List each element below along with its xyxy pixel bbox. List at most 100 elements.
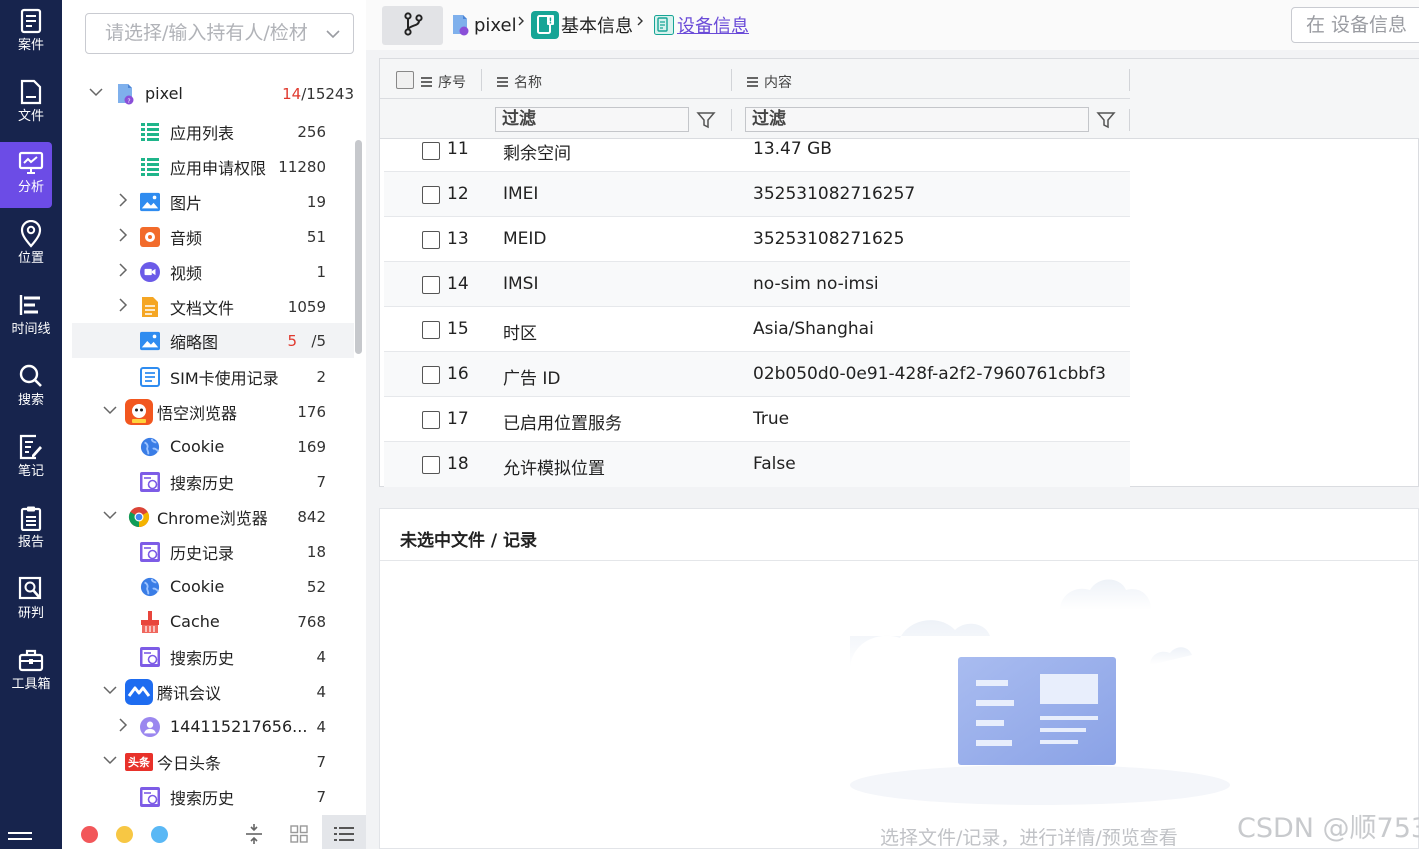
- nav-item-file[interactable]: 文件: [0, 71, 62, 139]
- yellow-dot-button[interactable]: [116, 826, 133, 843]
- column-menu-icon[interactable]: [421, 75, 432, 89]
- tree-node-search-history[interactable]: 搜索历史 7: [72, 779, 352, 814]
- table-row[interactable]: 17 已启用位置服务 True: [384, 397, 1130, 442]
- chevron-right-icon[interactable]: [115, 297, 131, 316]
- nav-item-timeline[interactable]: 时间线: [0, 284, 62, 352]
- table-row[interactable]: 12 IMEI 352531082716257: [384, 172, 1130, 217]
- table-row[interactable]: 18 允许模拟位置 False: [384, 442, 1130, 487]
- row-checkbox[interactable]: [422, 366, 440, 384]
- tree-node-toutiao[interactable]: 头条 今日头条 7: [72, 744, 352, 779]
- column-header-label: 名称: [514, 75, 542, 91]
- breadcrumb-basic-info[interactable]: ! 基本信息: [531, 11, 633, 39]
- tree-node-account[interactable]: 144115217656... 4: [72, 709, 352, 744]
- nav-item-notes[interactable]: 笔记: [0, 426, 62, 494]
- row-checkbox[interactable]: [422, 142, 440, 160]
- row-checkbox[interactable]: [422, 276, 440, 294]
- breadcrumb-device-info[interactable]: 设备信息: [654, 11, 749, 39]
- chevron-right-icon[interactable]: [115, 262, 131, 281]
- row-checkbox[interactable]: [422, 456, 440, 474]
- column-header-no[interactable]: 序号: [421, 71, 466, 93]
- chevron-right-icon[interactable]: [115, 192, 131, 211]
- row-checkbox[interactable]: [422, 321, 440, 339]
- chevron-right-icon[interactable]: [115, 717, 131, 736]
- toutiao-app-icon: 头条: [125, 752, 153, 771]
- tree-node-count: 7: [316, 787, 326, 806]
- tree-node-pixel[interactable]: ? pixel 14/15243: [72, 76, 354, 111]
- column-header-name[interactable]: 名称: [497, 71, 542, 93]
- column-resizer[interactable]: [481, 69, 482, 91]
- column-resizer[interactable]: [1129, 69, 1130, 91]
- tree-node-count: 7: [316, 472, 326, 491]
- device-file-icon: [450, 14, 470, 36]
- tree-node-thumbnails[interactable]: 缩略图 5 /5: [72, 323, 354, 358]
- holder-search-select[interactable]: 请选择/输入持有人/检材: [85, 13, 354, 54]
- table-row[interactable]: 11 剩余空间 13.47 GB: [384, 128, 1130, 172]
- tree-node-label: Cache: [170, 612, 220, 631]
- branch-button[interactable]: [382, 6, 443, 45]
- table-row[interactable]: 14 IMSI no-sim no-imsi: [384, 262, 1130, 307]
- nav-item-search[interactable]: 搜索: [0, 355, 62, 423]
- list-view-icon[interactable]: [332, 822, 356, 846]
- table-row[interactable]: 16 广告 ID 02b050d0-0e91-428f-a2f2-7960761…: [384, 352, 1130, 397]
- column-menu-icon[interactable]: [747, 75, 758, 89]
- tree-node-label: 144115217656...: [170, 717, 308, 736]
- column-menu-icon[interactable]: [497, 75, 508, 89]
- row-checkbox[interactable]: [422, 411, 440, 429]
- tree-node-search-history[interactable]: 搜索历史 7: [72, 464, 352, 499]
- document-icon: [140, 296, 160, 317]
- nav-item-case[interactable]: 案件: [0, 0, 62, 68]
- chevron-down-icon[interactable]: [102, 754, 118, 769]
- tree-node-documents[interactable]: 文档文件 1059: [72, 289, 352, 324]
- location-pin-icon: [17, 219, 45, 249]
- tree-node-images[interactable]: 图片 19: [72, 184, 352, 219]
- red-dot-button[interactable]: [81, 826, 98, 843]
- tree-node-wukong-browser[interactable]: 悟空浏览器 176: [72, 394, 352, 429]
- column-resizer[interactable]: [731, 69, 732, 91]
- row-value: 352531082716257: [753, 184, 916, 204]
- filter-funnel-icon[interactable]: [696, 110, 716, 130]
- tree-node-audio[interactable]: 音频 51: [72, 219, 352, 254]
- blue-dot-button[interactable]: [151, 826, 168, 843]
- row-name: 允许模拟位置: [503, 459, 605, 479]
- tree-node-sim-usage[interactable]: SIM卡使用记录 2: [72, 359, 352, 394]
- row-no: 12: [447, 184, 469, 204]
- collapse-all-icon[interactable]: [242, 822, 266, 846]
- breadcrumb-pixel[interactable]: pixel: [450, 11, 517, 39]
- nav-item-judge[interactable]: 研判: [0, 568, 62, 636]
- row-checkbox[interactable]: [422, 186, 440, 204]
- breadcrumb-label: pixel: [474, 14, 517, 36]
- row-name: MEID: [503, 229, 547, 249]
- list-icon: [140, 122, 160, 142]
- select-all-checkbox[interactable]: [396, 71, 414, 89]
- chevron-right-icon[interactable]: [115, 227, 131, 246]
- nav-item-location[interactable]: 位置: [0, 213, 62, 281]
- column-header-content[interactable]: 内容: [747, 71, 792, 93]
- tree-node-tencent-meeting[interactable]: 腾讯会议 4: [72, 674, 352, 709]
- tree-node-cookie[interactable]: Cookie 52: [72, 569, 352, 604]
- chevron-down-icon[interactable]: [102, 509, 118, 524]
- nav-label: 时间线: [11, 322, 51, 337]
- filter-funnel-icon[interactable]: [1096, 110, 1116, 130]
- tree-node-count: 768: [297, 612, 326, 631]
- nav-item-analysis[interactable]: 分析: [0, 142, 62, 210]
- table-row[interactable]: 13 MEID 35253108271625: [384, 217, 1130, 262]
- tree-node-cache[interactable]: Cache 768: [72, 604, 352, 639]
- chevron-down-icon[interactable]: [102, 684, 118, 699]
- grid-view-icon[interactable]: [287, 822, 311, 846]
- chevron-down-icon[interactable]: [88, 86, 104, 101]
- tree-node-app-permissions[interactable]: 应用申请权限 11280: [72, 149, 352, 184]
- chevron-down-icon[interactable]: [102, 404, 118, 419]
- tree-node-search-history[interactable]: 搜索历史 4: [72, 639, 352, 674]
- nav-item-report[interactable]: 报告: [0, 497, 62, 565]
- search-in-current-input[interactable]: 在 设备信息: [1291, 7, 1419, 43]
- table-row[interactable]: 15 时区 Asia/Shanghai: [384, 307, 1130, 352]
- nav-item-toolbox[interactable]: 工具箱: [0, 639, 62, 707]
- tree-scrollbar[interactable]: [355, 140, 362, 354]
- tree-node-history[interactable]: 历史记录 18: [72, 534, 352, 569]
- menu-icon[interactable]: [8, 832, 32, 844]
- tree-node-cookie[interactable]: Cookie 169: [72, 429, 352, 464]
- row-checkbox[interactable]: [422, 231, 440, 249]
- tree-node-chrome-browser[interactable]: Chrome浏览器 842: [72, 499, 352, 534]
- tree-node-video[interactable]: 视频 1: [72, 254, 352, 289]
- tree-node-app-list[interactable]: 应用列表 256: [72, 114, 352, 149]
